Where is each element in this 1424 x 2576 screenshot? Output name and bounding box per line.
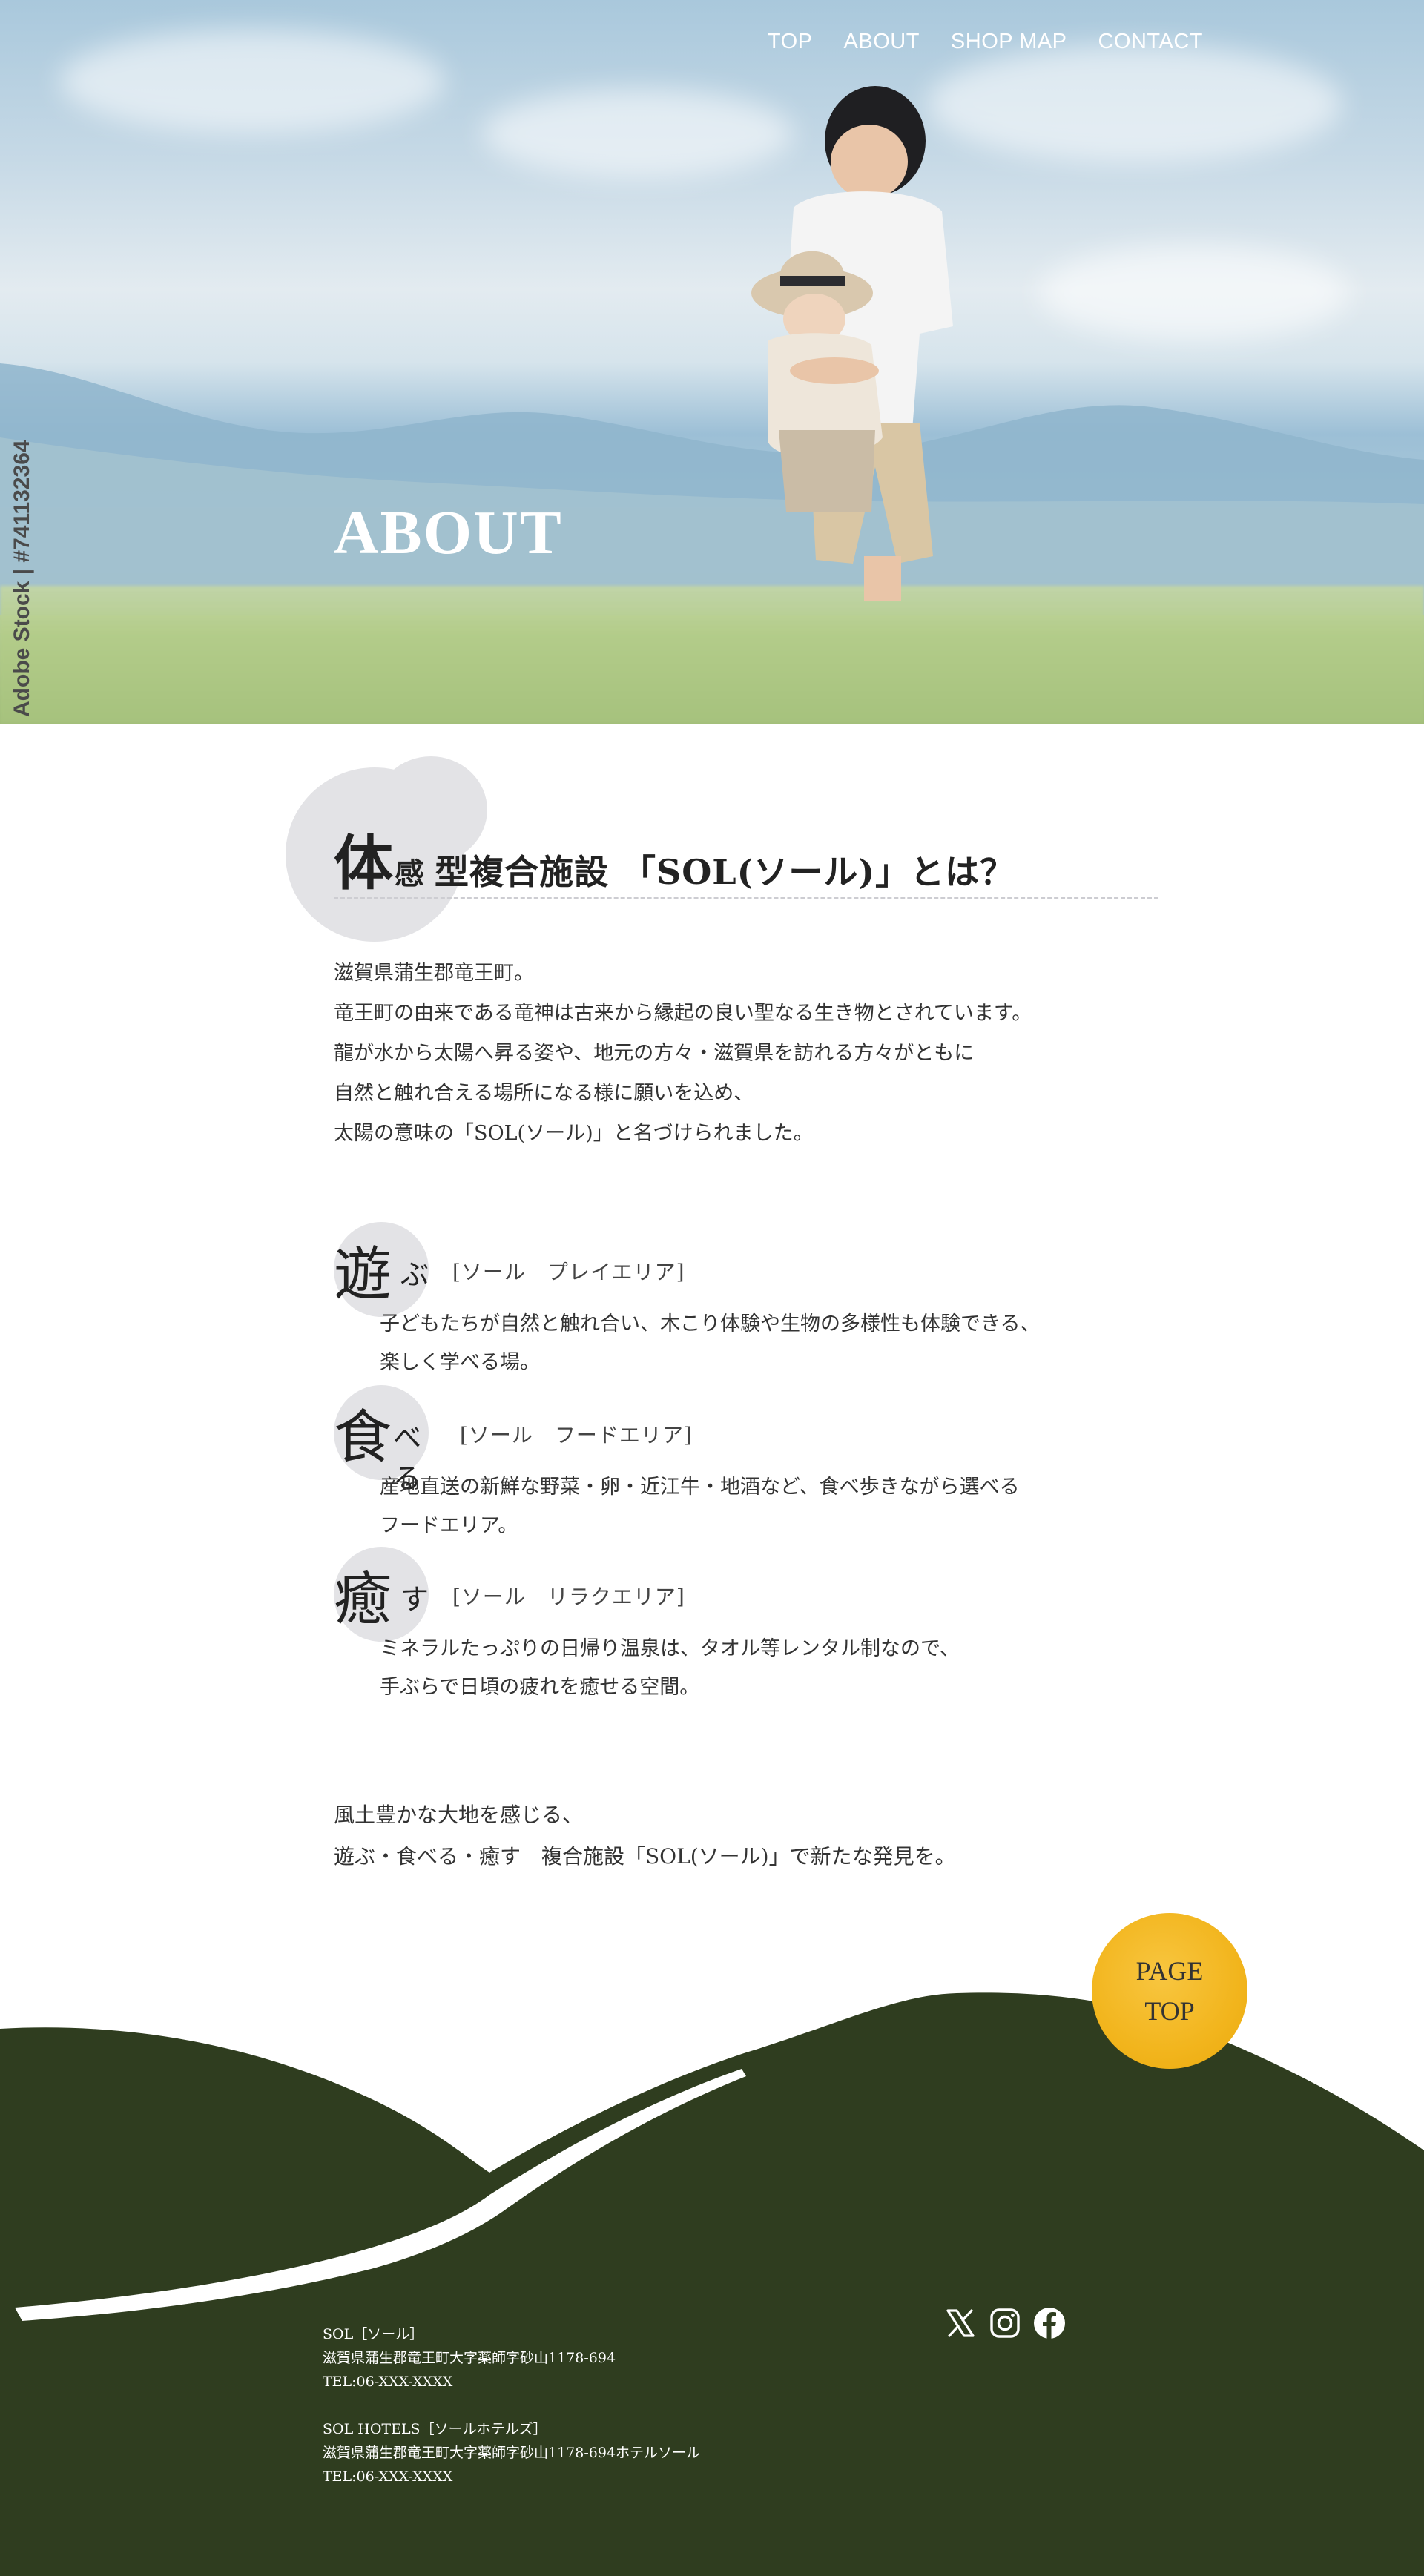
heading-divider bbox=[334, 897, 1158, 899]
page-top-label: TOP bbox=[1144, 1996, 1195, 2026]
intro-paragraph: 滋賀県蒲生郡竜王町。 竜王町の由来である竜神は古来から縁起の良い聖なる生き物とさ… bbox=[334, 954, 1032, 1154]
intro-line: 太陽の意味の「SOL(ソール)」と名づけられました。 bbox=[334, 1122, 814, 1145]
area-tag: [ソール フードエリア] bbox=[460, 1423, 693, 1447]
area-description-line: 楽しく学べる場。 bbox=[380, 1351, 540, 1374]
hero-banner: Adobe Stock | #741132364 TOP ABOUT SHOP … bbox=[0, 0, 1424, 724]
x-icon[interactable] bbox=[943, 2306, 978, 2340]
top-navigation: TOP ABOUT SHOP MAP CONTACT bbox=[768, 30, 1203, 54]
footer-sol-address: 滋賀県蒲生郡竜王町大字薬師字砂山1178-694 bbox=[323, 2350, 616, 2366]
intro-line: 竜王町の由来である竜神は古来から縁起の良い聖なる生き物とされています。 bbox=[334, 1002, 1032, 1025]
area-description-line: ミネラルたっぷりの日帰り温泉は、タオル等レンタル制なので、 bbox=[380, 1637, 960, 1660]
watermark-text: Adobe Stock | #741132364 bbox=[10, 440, 34, 717]
area-kanji: 癒 bbox=[334, 1566, 392, 1633]
area-tag: [ソール リラクエリア] bbox=[452, 1585, 685, 1609]
page-top-button[interactable]: PAGE TOP bbox=[1092, 1913, 1247, 2069]
facebook-icon[interactable] bbox=[1032, 2306, 1067, 2340]
area-description-line: 産地直送の新鮮な野菜・卵・近江牛・地酒など、食べ歩きながら選べる bbox=[380, 1476, 1020, 1499]
instagram-icon[interactable] bbox=[988, 2306, 1022, 2340]
section-heading: 体 感 型複合施設 「SOL(ソール)」とは？ bbox=[334, 816, 1015, 902]
area-kana: す bbox=[400, 1583, 429, 1616]
cloud-shape bbox=[927, 44, 1342, 163]
area-description: ミネラルたっぷりの日帰り温泉は、タオル等レンタル制なので、 手ぶらで日頃の疲れを… bbox=[380, 1630, 960, 1707]
nav-item-shop-map[interactable]: SHOP MAP bbox=[951, 30, 1067, 54]
area-kanji: 食 bbox=[334, 1404, 392, 1471]
footer-hotels-tel: TEL:06-XXX-XXXX bbox=[323, 2468, 453, 2485]
cloud-shape bbox=[59, 30, 445, 133]
closing-paragraph: 風土豊かな大地を感じる、 遊ぶ・食べる・癒す 複合施設「SOL(ソール)」で新た… bbox=[334, 1794, 956, 1877]
heading-big-kanji: 体 bbox=[334, 828, 393, 898]
page-title: ABOUT bbox=[334, 498, 563, 567]
nav-item-top[interactable]: TOP bbox=[768, 30, 813, 54]
area-description-line: 子どもたちが自然と触れ合い、木こり体験や生物の多様性も体験できる、 bbox=[380, 1312, 1041, 1335]
area-kanji: 遊 bbox=[334, 1241, 392, 1308]
closing-line: 遊ぶ・食べる・癒す 複合施設「SOL(ソール)」で新たな発見を。 bbox=[334, 1844, 956, 1869]
stock-watermark: Adobe Stock | #741132364 bbox=[7, 440, 37, 724]
intro-line: 龍が水から太陽へ昇る姿や、地元の方々・滋賀県を訪れる方々がともに bbox=[334, 1042, 975, 1065]
page-top-label: PAGE bbox=[1135, 1956, 1204, 1986]
intro-line: 自然と触れ合える場所になる様に願いを込め、 bbox=[334, 1082, 754, 1105]
area-description-line: フードエリア。 bbox=[380, 1514, 518, 1537]
heading-small-kanji: 感 bbox=[395, 856, 424, 891]
children-photo bbox=[751, 86, 953, 601]
area-kana: ぶ bbox=[400, 1258, 429, 1291]
footer-sol-name: SOL［ソール］ bbox=[323, 2326, 424, 2342]
footer-sol-info: SOL［ソール］ 滋賀県蒲生郡竜王町大字薬師字砂山1178-694 TEL:06… bbox=[323, 2322, 616, 2394]
nav-item-about[interactable]: ABOUT bbox=[844, 30, 920, 54]
intro-line: 滋賀県蒲生郡竜王町。 bbox=[334, 962, 534, 985]
footer-hotels-address: 滋賀県蒲生郡竜王町大字薬師字砂山1178-694ホテルソール bbox=[323, 2445, 701, 2461]
area-tag: [ソール プレイエリア] bbox=[452, 1260, 685, 1284]
cloud-shape bbox=[1038, 245, 1350, 341]
footer-hills bbox=[0, 1992, 1424, 2576]
area-description: 産地直送の新鮮な野菜・卵・近江牛・地酒など、食べ歩きながら選べる フードエリア。 bbox=[380, 1468, 1020, 1545]
area-description: 子どもたちが自然と触れ合い、木こり体験や生物の多様性も体験できる、 楽しく学べる… bbox=[380, 1305, 1040, 1382]
footer-sol-tel: TEL:06-XXX-XXXX bbox=[323, 2374, 453, 2390]
nav-item-contact[interactable]: CONTACT bbox=[1098, 30, 1203, 54]
closing-line: 風土豊かな大地を感じる、 bbox=[334, 1803, 584, 1827]
social-links bbox=[943, 2306, 1067, 2340]
area-description-line: 手ぶらで日頃の疲れを癒せる空間。 bbox=[380, 1676, 700, 1699]
heading-text: 型複合施設 「SOL(ソール)」とは？ bbox=[435, 852, 1015, 892]
footer-hotels-info: SOL HOTELS［ソールホテルズ］ 滋賀県蒲生郡竜王町大字薬師字砂山1178… bbox=[323, 2417, 700, 2489]
footer-hotels-name: SOL HOTELS［ソールホテルズ］ bbox=[323, 2421, 547, 2437]
